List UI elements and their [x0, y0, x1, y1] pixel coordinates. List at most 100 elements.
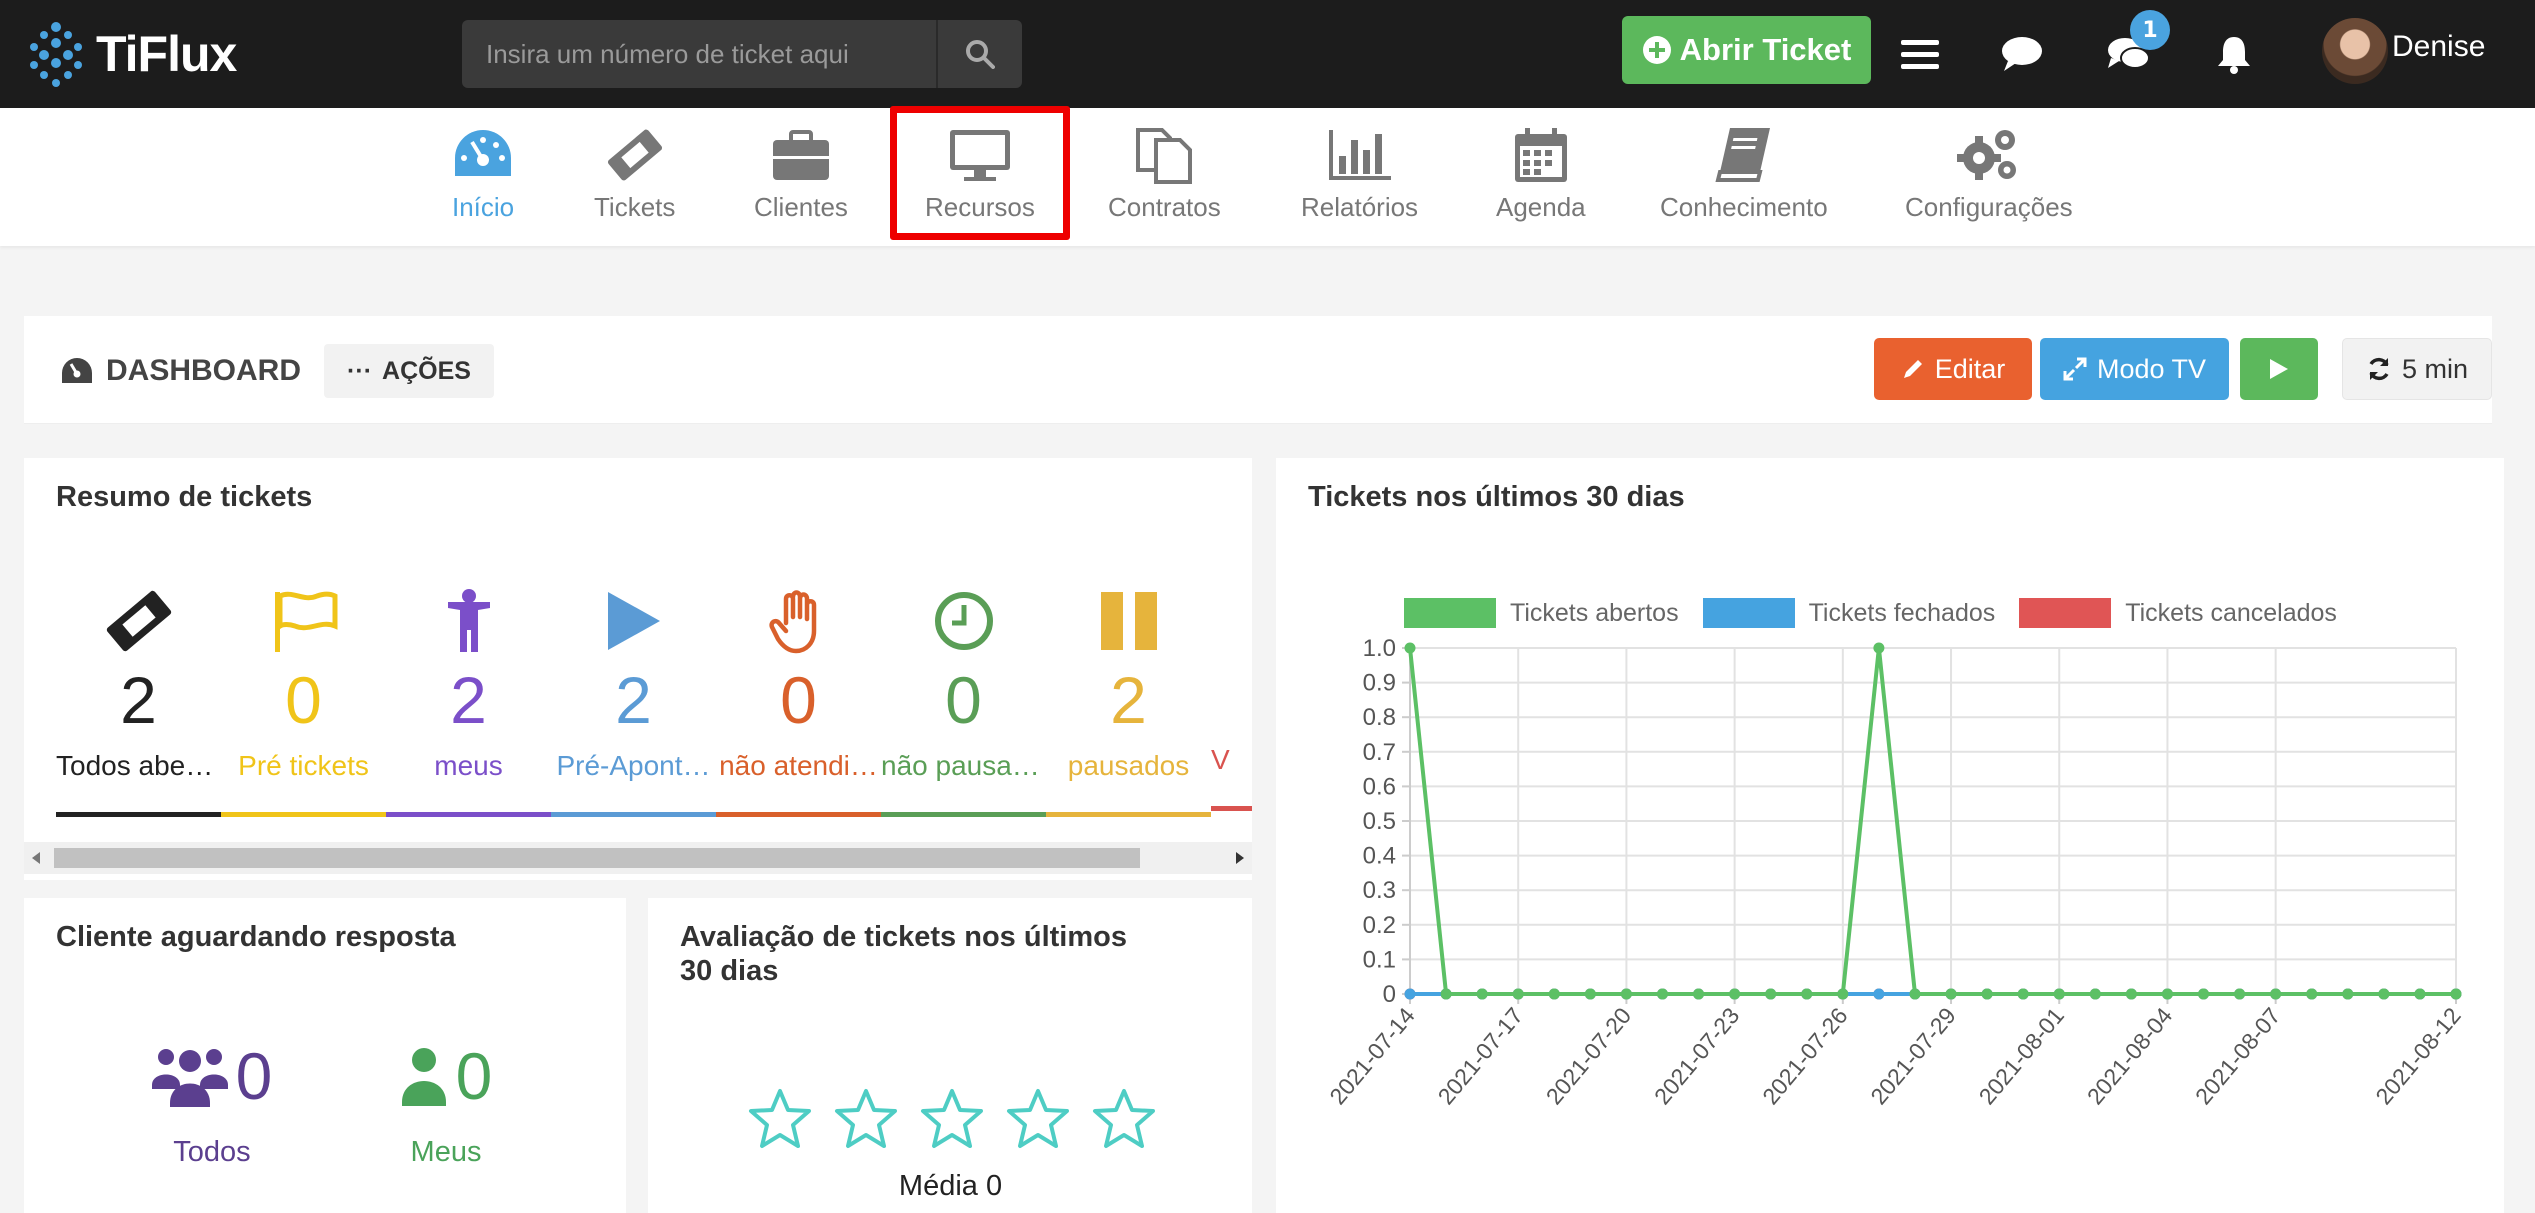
nav-label-conhecimento: Conhecimento: [1660, 192, 1828, 222]
y-tick-label: 1.0: [1363, 635, 1396, 662]
dashboard-icon: [62, 358, 92, 383]
speedometer-icon: [455, 130, 512, 176]
nav-label-agenda: Agenda: [1496, 192, 1586, 222]
client-waiting-meus[interactable]: 0 Meus: [346, 1038, 546, 1169]
play-icon: [2270, 359, 2288, 379]
data-point-0: [2234, 988, 2246, 1000]
users-icon: [151, 1049, 228, 1107]
client-waiting-todos-label: Todos: [173, 1136, 251, 1168]
scrollbar-thumb[interactable]: [54, 848, 1140, 868]
brand-name: TiFlux: [96, 26, 237, 82]
nav-label-contratos: Contratos: [1108, 192, 1221, 222]
data-point-0: [1440, 988, 1452, 1000]
data-point-0: [2270, 988, 2282, 1000]
summary-item-partial[interactable]: V: [1211, 586, 1252, 811]
ticket-search-input[interactable]: [462, 20, 936, 88]
nav-item-relatorios[interactable]: Relatórios: [1301, 126, 1418, 223]
star-icon: [1007, 1089, 1069, 1148]
horizontal-scrollbar[interactable]: [24, 842, 1252, 874]
data-point-0: [1512, 988, 1524, 1000]
data-point-0: [2414, 988, 2426, 1000]
x-tick-label: 2021-07-29: [1865, 1003, 1961, 1110]
edit-button[interactable]: Editar: [1874, 338, 2032, 400]
comment-button[interactable]: [1994, 26, 2050, 82]
nav-label-clientes: Clientes: [754, 192, 848, 222]
notifications-button[interactable]: [2206, 26, 2262, 82]
nav-item-conhecimento[interactable]: Conhecimento: [1660, 126, 1828, 223]
tv-mode-button[interactable]: Modo TV: [2040, 338, 2229, 400]
pencil-icon: [1903, 360, 1922, 378]
x-tick-label: 2021-07-14: [1324, 1002, 1420, 1109]
client-waiting-todos[interactable]: 0 Todos: [112, 1038, 312, 1169]
brand-logo[interactable]: TiFlux: [26, 12, 237, 96]
summary-label: meus: [434, 750, 503, 781]
summary-item-pre-tickets[interactable]: 0 Pré tickets: [221, 586, 386, 817]
summary-label: Pré-Apont…: [556, 750, 711, 781]
nav-item-clientes[interactable]: Clientes: [754, 126, 848, 223]
nav-item-agenda[interactable]: Agenda: [1496, 126, 1586, 223]
summary-item-nao-pausados[interactable]: 0 não pausad…: [881, 586, 1046, 817]
ticket-search: [462, 20, 1022, 88]
rating-stars: [748, 1088, 1156, 1150]
user-name[interactable]: Denise: [2392, 30, 2485, 64]
data-point-1: [1873, 988, 1885, 1000]
play-icon: [607, 592, 660, 650]
summary-item-nao-atendidos[interactable]: 0 não atendi…: [716, 586, 881, 817]
star-icon: [835, 1089, 897, 1148]
scroll-right-icon[interactable]: [1234, 851, 1246, 865]
play-button[interactable]: [2240, 338, 2318, 400]
summary-item-todos[interactable]: 2 Todos aber…: [56, 586, 221, 817]
y-tick-label: 0.6: [1363, 773, 1396, 800]
rating-average: Média 0: [898, 1170, 1003, 1202]
dashboard-header: DASHBOARD ··· AÇÕES Editar Modo TV 5 min: [24, 316, 2492, 424]
summary-color-bar: [1046, 812, 1211, 817]
top-bar: TiFlux Abrir Ticket 1: [0, 0, 2535, 108]
data-point-0: [2161, 988, 2173, 1000]
refresh-icon: [2369, 357, 2389, 381]
expand-icon: [2063, 357, 2087, 381]
nav-item-inicio[interactable]: Início: [452, 126, 514, 223]
summary-item-pausados[interactable]: 2 pausados: [1046, 586, 1211, 817]
summary-value: 2: [120, 663, 157, 737]
data-point-0: [1873, 642, 1885, 654]
nav-item-tickets[interactable]: Tickets: [594, 126, 675, 223]
main-nav: Início Tickets Clientes Recursos Contrat…: [0, 108, 2535, 246]
y-tick-label: 0.8: [1363, 704, 1396, 731]
y-tick-label: 0.5: [1363, 808, 1396, 835]
x-tick-label: 2021-07-20: [1541, 1003, 1637, 1110]
menu-button[interactable]: [1892, 26, 1948, 82]
summary-value: 0: [285, 663, 322, 737]
y-tick-label: 0.3: [1363, 877, 1396, 904]
nav-item-configuracoes[interactable]: Configurações: [1905, 126, 2073, 223]
avatar[interactable]: [2322, 18, 2388, 84]
search-button[interactable]: [936, 20, 1022, 88]
summary-color-bar: [716, 812, 881, 817]
summary-item-pre-apontamento[interactable]: 2 Pré-Apont…: [551, 586, 716, 817]
ticket-rating-title: Avaliação de tickets nos últimos 30 dias: [680, 920, 1127, 988]
actions-button[interactable]: ··· AÇÕES: [324, 344, 494, 398]
client-waiting-meus-value: 0: [455, 1039, 493, 1113]
summary-color-bar: [551, 812, 716, 817]
summary-label: Pré tickets: [238, 750, 369, 781]
summary-color-bar: [1211, 806, 1252, 811]
summary-label: pausados: [1067, 750, 1190, 781]
x-tick-label: 2021-07-26: [1757, 1003, 1853, 1110]
plus-circle-icon: [1642, 36, 1671, 64]
chat-badge: 1: [2130, 10, 2170, 50]
flag-icon: [274, 591, 337, 652]
data-point-0: [2342, 988, 2354, 1000]
bell-icon: [2218, 37, 2250, 74]
summary-value: 0: [945, 663, 982, 737]
refresh-interval-button[interactable]: 5 min: [2342, 338, 2492, 400]
summary-item-meus[interactable]: 2 meus: [386, 586, 551, 817]
data-point-0: [2306, 988, 2318, 1000]
dashboard-title: DASHBOARD: [60, 354, 301, 388]
gears-icon: [1956, 130, 2016, 180]
data-point-0: [2378, 988, 2390, 1000]
open-ticket-button[interactable]: Abrir Ticket: [1622, 16, 1871, 84]
data-point-0: [1909, 988, 1921, 1000]
nav-item-contratos[interactable]: Contratos: [1108, 126, 1221, 223]
nav-label-configuracoes: Configurações: [1905, 192, 2073, 222]
scroll-left-icon[interactable]: [30, 851, 42, 865]
data-point-0: [1837, 988, 1849, 1000]
